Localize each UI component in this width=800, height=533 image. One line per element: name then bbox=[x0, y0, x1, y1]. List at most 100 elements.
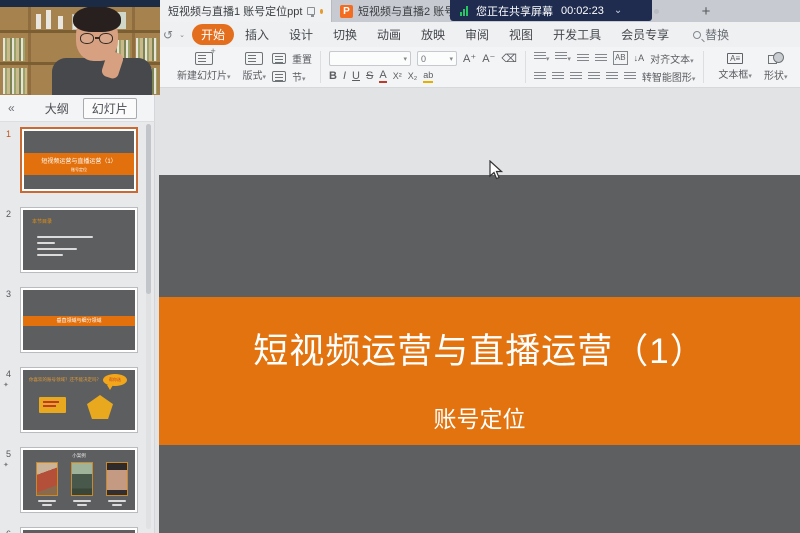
smart-graphic-label: 转智能图形 bbox=[642, 73, 692, 84]
slide-number: 6 bbox=[6, 529, 11, 533]
slide-number: 3 bbox=[6, 289, 11, 299]
tab-outline[interactable]: 大纲 bbox=[45, 100, 69, 117]
new-slide-label: 新建幻灯片 bbox=[177, 71, 227, 82]
text-box-label: 文本框 bbox=[718, 70, 748, 81]
slide-thumbnail-2[interactable]: 2 本节目录 bbox=[0, 207, 155, 273]
shapes-label: 形状 bbox=[764, 71, 784, 82]
slide-thumbnail-4[interactable]: 4 ✦ 你喜欢的账号领域？还不能决定吗？ 帮你选 bbox=[0, 367, 155, 433]
menu-tab-transitions[interactable]: 切换 bbox=[324, 24, 366, 45]
align-text-button[interactable]: 对齐文本▾ bbox=[650, 51, 694, 66]
slide-thumbnail-6[interactable]: 6 行业领域 bbox=[0, 527, 155, 533]
slide-thumbnail-3[interactable]: 3 垂直领域与细分领域 bbox=[0, 287, 155, 353]
yellow-box-shape bbox=[39, 397, 66, 413]
undo-icon[interactable]: ↺ bbox=[163, 28, 173, 42]
distribute-button[interactable] bbox=[606, 72, 618, 81]
italic-button[interactable]: I bbox=[343, 70, 346, 82]
wps-presentation-window: 短视频与直播1 账号定位ppt P 短视频与直播2 账号搭建 pt + 您正在共… bbox=[0, 0, 800, 533]
thumb-title: 本节目录 bbox=[32, 218, 52, 225]
menu-tab-view[interactable]: 视图 bbox=[500, 24, 542, 45]
shrink-font-button[interactable]: A⁻ bbox=[482, 53, 495, 65]
text-bar bbox=[37, 242, 55, 244]
decrease-indent-button[interactable] bbox=[577, 54, 589, 63]
slide-number: 5 bbox=[6, 449, 11, 459]
mouse-cursor bbox=[489, 160, 503, 180]
slide-panel-header: « 大纲 幻灯片 bbox=[0, 95, 155, 122]
underline-button[interactable]: U bbox=[352, 70, 360, 82]
document-tab-active[interactable]: 短视频与直播1 账号定位ppt bbox=[160, 0, 332, 22]
text-box-button[interactable]: A≡ 文本框▾ bbox=[712, 53, 758, 81]
collapse-panel-button[interactable]: « bbox=[8, 101, 15, 115]
find-replace-label: 替换 bbox=[705, 26, 729, 43]
font-size-value: 0 bbox=[421, 54, 426, 64]
subscript-button[interactable]: X₂ bbox=[408, 70, 418, 82]
glasses-icon bbox=[80, 33, 94, 44]
menu-tab-design[interactable]: 设计 bbox=[280, 24, 322, 45]
menu-tab-review[interactable]: 审阅 bbox=[456, 24, 498, 45]
line-spacing-button[interactable] bbox=[624, 72, 636, 81]
text-bar bbox=[43, 401, 59, 403]
align-center-button[interactable] bbox=[552, 72, 564, 81]
slide-title-band[interactable]: 短视频运营与直播运营（1） 账号定位 bbox=[159, 297, 800, 445]
grow-font-button[interactable]: A⁺ bbox=[463, 53, 476, 65]
new-slide-button[interactable]: 新建幻灯片▾ bbox=[171, 52, 237, 82]
tab-title: 短视频与直播1 账号定位ppt bbox=[168, 3, 302, 19]
section-button[interactable]: 节▾ bbox=[272, 69, 312, 84]
text-direction-button[interactable]: AB bbox=[613, 51, 628, 65]
highlight-button[interactable]: ab bbox=[423, 69, 433, 83]
glasses-bridge bbox=[95, 37, 100, 39]
font-color-button[interactable]: A bbox=[379, 69, 386, 83]
text-bar bbox=[37, 248, 77, 250]
text-box-icon: A≡ bbox=[727, 53, 743, 64]
bullet-list-button[interactable]: ▾ bbox=[534, 52, 550, 64]
section-label: 节 bbox=[292, 73, 302, 84]
align-left-button[interactable] bbox=[534, 72, 546, 81]
text-sort-button[interactable]: ↓A bbox=[634, 52, 645, 64]
font-name-select[interactable]: ▾ bbox=[329, 51, 411, 66]
slide-thumbnail-panel: 1 短视频运营与直播运营（1） 账号定位 2 本节目录 3 垂 bbox=[0, 122, 155, 533]
dot-icon bbox=[654, 9, 659, 14]
thumb-photo bbox=[106, 462, 128, 496]
slide-title[interactable]: 短视频运营与直播运营（1） bbox=[159, 323, 800, 374]
tab-slides[interactable]: 幻灯片 bbox=[83, 98, 137, 119]
smart-graphic-button[interactable]: 转智能图形▾ bbox=[642, 69, 696, 84]
reset-button[interactable]: 重置 bbox=[272, 51, 312, 66]
font-size-select[interactable]: 0▾ bbox=[417, 51, 457, 66]
clear-format-icon[interactable]: ⌫ bbox=[501, 53, 517, 65]
webcam-video bbox=[0, 0, 160, 95]
signal-bars-icon bbox=[460, 6, 468, 16]
layout-button[interactable]: 版式▾ bbox=[237, 52, 273, 82]
menu-tab-home[interactable]: 开始 bbox=[192, 24, 234, 45]
editing-workspace[interactable]: 短视频运营与直播运营（1） 账号定位 bbox=[156, 88, 800, 533]
person-hair bbox=[73, 6, 121, 32]
menu-tab-animation[interactable]: 动画 bbox=[368, 24, 410, 45]
numbered-list-button[interactable]: ▾ bbox=[555, 52, 571, 64]
menu-tab-insert[interactable]: 插入 bbox=[236, 24, 278, 45]
slide-thumbnail-5[interactable]: 5 ✦ 小案例 bbox=[0, 447, 155, 513]
shapes-button[interactable]: 形状▾ bbox=[758, 52, 794, 82]
chevron-down-icon[interactable]: ⌄ bbox=[614, 5, 622, 16]
find-replace-button[interactable]: 替换 bbox=[693, 26, 729, 43]
menu-tab-slideshow[interactable]: 放映 bbox=[412, 24, 454, 45]
thumb-photo bbox=[36, 462, 58, 496]
text-bar bbox=[43, 405, 56, 407]
justify-button[interactable] bbox=[588, 72, 600, 81]
strikethrough-button[interactable]: S bbox=[366, 70, 373, 82]
align-right-button[interactable] bbox=[570, 72, 582, 81]
books bbox=[3, 68, 27, 94]
new-tab-button[interactable]: + bbox=[694, 0, 718, 22]
caption-bar bbox=[73, 500, 91, 502]
slide-thumbnail-1[interactable]: 1 短视频运营与直播运营（1） 账号定位 bbox=[0, 127, 155, 193]
increase-indent-button[interactable] bbox=[595, 54, 607, 63]
slide-canvas[interactable]: 短视频运营与直播运营（1） 账号定位 bbox=[159, 175, 800, 533]
slide-number: 1 bbox=[6, 129, 11, 139]
menu-tab-devtools[interactable]: 开发工具 bbox=[544, 24, 610, 45]
new-slide-icon bbox=[195, 52, 213, 65]
redo-dropdown-icon[interactable]: ⌄ bbox=[179, 31, 185, 39]
superscript-button[interactable]: X² bbox=[393, 70, 402, 82]
slide-subtitle[interactable]: 账号定位 bbox=[159, 400, 800, 434]
menu-tab-member[interactable]: 会员专享 bbox=[612, 24, 678, 45]
thumb-photo bbox=[71, 462, 93, 496]
bold-button[interactable]: B bbox=[329, 70, 337, 82]
screen-sharing-banner[interactable]: 您正在共享屏幕 00:02:23 ⌄ bbox=[450, 0, 652, 21]
align-text-label: 对齐文本 bbox=[650, 55, 690, 66]
